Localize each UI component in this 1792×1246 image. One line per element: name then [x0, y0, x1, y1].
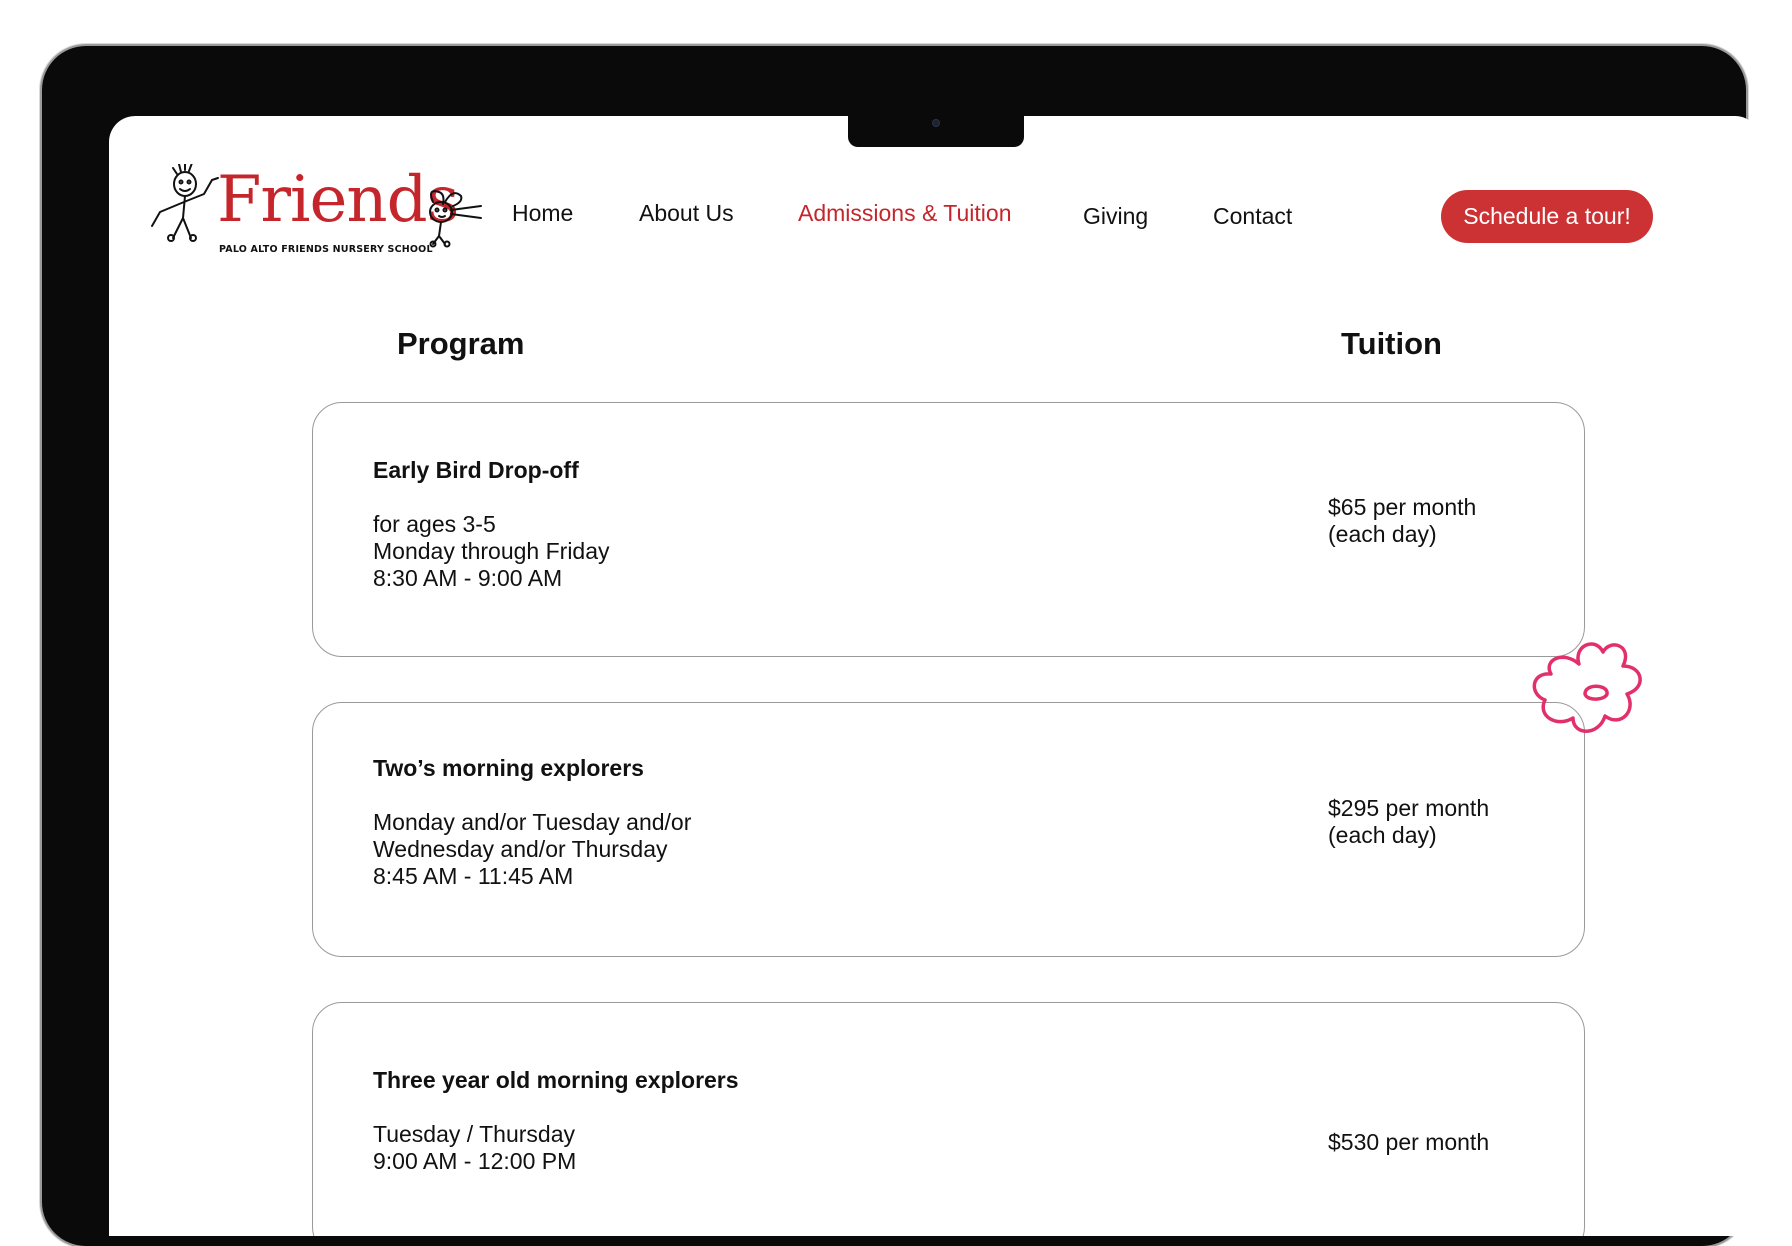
- flower-doodle-icon: [1532, 642, 1642, 733]
- browser-viewport: Friends PALO ALTO FRIENDS NURSERY SCHOOL: [109, 116, 1761, 1236]
- program-detail-line: Monday through Friday: [373, 538, 610, 564]
- program-detail-line: Monday and/or Tuesday and/or: [373, 809, 692, 835]
- nav-admissions-tuition[interactable]: Admissions & Tuition: [798, 200, 1011, 227]
- program-detail-line: Tuesday / Thursday: [373, 1121, 575, 1147]
- program-card-twos: Two’s morning explorers Monday and/or Tu…: [312, 702, 1585, 957]
- program-column-header: Program: [397, 326, 525, 361]
- price-line: $530 per month: [1328, 1129, 1490, 1155]
- program-detail-line: 8:45 AM - 11:45 AM: [373, 863, 574, 889]
- price-line: $65 per month: [1328, 494, 1477, 520]
- site-logo[interactable]: Friends PALO ALTO FRIENDS NURSERY SCHOOL: [147, 164, 485, 260]
- schedule-tour-button[interactable]: Schedule a tour!: [1441, 190, 1653, 243]
- program-name: Two’s morning explorers: [373, 755, 644, 781]
- price-line: (each day): [1328, 822, 1437, 848]
- camera-notch: [848, 116, 1024, 147]
- price-line: (each day): [1328, 521, 1437, 547]
- nav-about-us[interactable]: About Us: [639, 200, 734, 227]
- program-detail-line: 9:00 AM - 12:00 PM: [373, 1148, 577, 1174]
- program-details: for ages 3-5 Monday through Friday 8:30 …: [373, 511, 610, 592]
- program-detail-line: 8:30 AM - 9:00 AM: [373, 565, 563, 591]
- nav-contact[interactable]: Contact: [1213, 203, 1292, 230]
- nav-giving[interactable]: Giving: [1083, 203, 1148, 230]
- program-price: $295 per month (each day): [1328, 795, 1489, 849]
- logo-tagline: PALO ALTO FRIENDS NURSERY SCHOOL: [219, 244, 433, 255]
- program-price: $65 per month (each day): [1328, 494, 1476, 548]
- program-name: Early Bird Drop-off: [373, 457, 579, 483]
- program-card-threes: Three year old morning explorers Tuesday…: [312, 1002, 1585, 1236]
- program-details: Monday and/or Tuesday and/or Wednesday a…: [373, 809, 691, 890]
- stick-figure-child-icon: [151, 164, 219, 242]
- program-price: $530 per month: [1328, 1129, 1489, 1156]
- tuition-column-header: Tuition: [1341, 326, 1442, 361]
- laptop-bezel: Friends PALO ALTO FRIENDS NURSERY SCHOOL: [42, 46, 1761, 1246]
- nav-home[interactable]: Home: [512, 200, 573, 227]
- price-line: $295 per month: [1328, 795, 1490, 821]
- program-name: Three year old morning explorers: [373, 1067, 739, 1093]
- program-card-early-bird: Early Bird Drop-off for ages 3-5 Monday …: [312, 402, 1585, 657]
- program-details: Tuesday / Thursday 9:00 AM - 12:00 PM: [373, 1121, 576, 1175]
- stick-figure-bunny-icon: [429, 190, 482, 248]
- program-detail-line: for ages 3-5: [373, 511, 496, 537]
- program-detail-line: Wednesday and/or Thursday: [373, 836, 668, 862]
- webcam-icon: [932, 119, 940, 127]
